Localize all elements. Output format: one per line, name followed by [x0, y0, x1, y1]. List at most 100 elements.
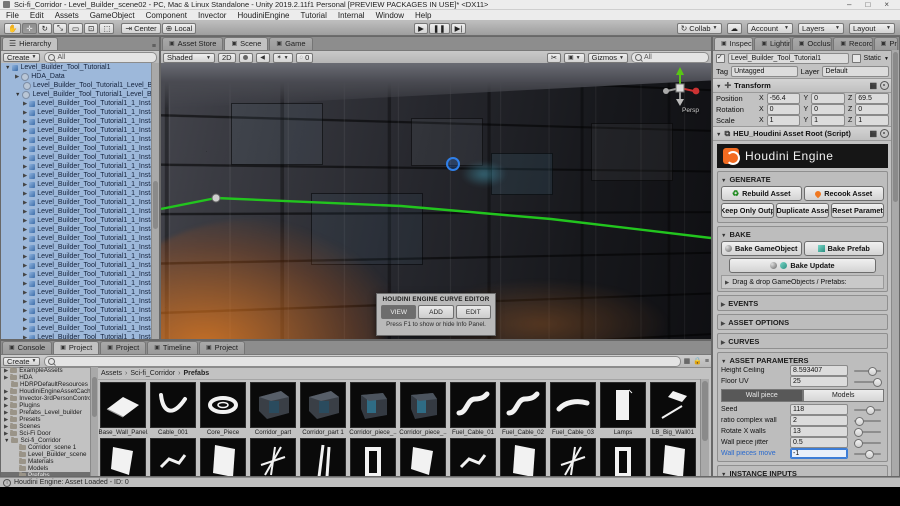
menu-gameobject[interactable]: GameObject [90, 11, 135, 20]
transform-scale-y[interactable]: 1 [811, 115, 845, 126]
events-foldout[interactable]: EVENTS [721, 298, 884, 308]
rect-tool[interactable]: ▭ [67, 22, 84, 34]
hierarchy-item[interactable]: Level_Builder_Tool_Tutorial1_Level_Build… [1, 81, 152, 90]
hierarchy-item[interactable]: Level_Builder_Tool_Tutorial1_1_Instance [1, 234, 152, 243]
crumb-sci-fi_corridor[interactable]: Sci-fi_Corridor [130, 370, 175, 377]
asset-item[interactable]: Cable_001 [148, 382, 198, 436]
asset-item[interactable] [198, 438, 248, 476]
expand-arrow[interactable] [5, 64, 10, 71]
layer-dropdown[interactable]: Default [822, 66, 890, 77]
menu-component[interactable]: Component [146, 11, 187, 20]
folder-invector-3rdpersoncontrol[interactable]: Invector-3rdPersonControl [1, 395, 90, 402]
folder-materials[interactable]: Materials [1, 458, 90, 465]
book-icon[interactable]: ▦ [869, 81, 877, 90]
hierarchy-item[interactable]: Level_Builder_Tool_Tutorial1_1_Instance [1, 243, 152, 252]
expand-arrow[interactable] [23, 100, 27, 107]
slider-knob[interactable] [865, 405, 875, 415]
menu-invector[interactable]: Invector [198, 11, 226, 20]
transform-scale-z[interactable]: 1 [855, 115, 890, 126]
tab-console[interactable]: ▣ Console [2, 341, 53, 354]
expand-arrow[interactable] [23, 118, 27, 125]
param-value-field[interactable]: 13 [790, 426, 848, 437]
hierarchy-scrollbar[interactable] [151, 63, 159, 339]
gameobject-name-field[interactable]: Level_Builder_Tool_Tutorial1 [728, 53, 849, 64]
folder-prefabs_level_builder[interactable]: Prefabs_Level_builder [1, 409, 90, 416]
slider-knob[interactable] [853, 438, 863, 448]
hierarchy-item[interactable]: Level_Builder_Tool_Tutorial1_Level_Build… [1, 90, 152, 99]
hierarchy-item[interactable]: Level_Builder_Tool_Tutorial1_1_Instance [1, 261, 152, 270]
expand-arrow[interactable] [4, 430, 8, 437]
slider-knob[interactable] [854, 427, 864, 437]
keep-only-outp-button[interactable]: Keep Only Outp [721, 203, 774, 218]
expand-arrow[interactable] [23, 109, 27, 116]
expand-arrow[interactable] [23, 244, 27, 251]
asset-item[interactable]: Fuel_Cable_01 [448, 382, 498, 436]
hierarchy-item[interactable]: Level_Builder_Tool_Tutorial1_1_Instance [1, 333, 152, 339]
hierarchy-item[interactable]: Level_Builder_Tool_Tutorial1_1_Instance [1, 207, 152, 216]
expand-arrow[interactable] [23, 325, 27, 332]
move-tool[interactable]: ✛ [22, 22, 37, 34]
expand-arrow[interactable] [4, 374, 8, 381]
book-icon[interactable]: ▦ [869, 129, 877, 138]
transform-header[interactable]: ✛ Transform ▦ [713, 78, 892, 93]
expand-arrow[interactable] [4, 423, 8, 430]
hierarchy-item[interactable]: Level_Builder_Tool_Tutorial1_1_Instance [1, 198, 152, 207]
expand-arrow[interactable] [23, 190, 27, 197]
hierarchy-item[interactable]: Level_Builder_Tool_Tutorial1_1_Instance [1, 225, 152, 234]
expand-arrow[interactable] [23, 235, 27, 242]
bake-gameobject-button[interactable]: Bake GameObject [721, 241, 802, 256]
param-slider[interactable] [854, 449, 881, 459]
audio-toggle[interactable]: ◀ [255, 52, 270, 63]
project-search-input[interactable] [44, 355, 681, 367]
asset-item[interactable] [398, 438, 448, 476]
houdini-script-header[interactable]: ⧉ HEU_Houdini Asset Root (Script) ▦ [713, 126, 892, 141]
param-slider[interactable] [854, 366, 881, 376]
menu-help[interactable]: Help [415, 11, 431, 20]
tab-project[interactable]: ▣ Project [53, 341, 100, 354]
menu-edit[interactable]: Edit [30, 11, 44, 20]
tab-recorder[interactable]: ▣Recorder [833, 37, 873, 50]
hierarchy-item[interactable]: Level_Builder_Tool_Tutorial1_1_Instance [1, 288, 152, 297]
expand-arrow[interactable] [4, 402, 8, 409]
transform-rotation-x[interactable]: 0 [766, 104, 801, 115]
dragdrop-foldout[interactable]: Drag & drop GameObjects / Prefabs: [721, 275, 884, 289]
asset-item[interactable]: Core_Piece [198, 382, 248, 436]
layout-dropdown[interactable]: Layout ▼ [849, 22, 895, 34]
reset-paramet-button[interactable]: Reset Paramet [831, 203, 884, 218]
hierarchy-item[interactable]: Level_Builder_Tool_Tutorial1_1_Instance [1, 297, 152, 306]
hierarchy-item[interactable]: Level_Builder_Tool_Tutorial1_1_Instance [1, 306, 152, 315]
panel-menu-icon[interactable]: ≡ [152, 43, 156, 50]
asset-item[interactable] [348, 438, 398, 476]
asset-item[interactable] [648, 438, 698, 476]
curve-editor-edit-button[interactable]: EDIT [455, 305, 491, 319]
slider-knob[interactable] [864, 449, 874, 459]
pause-button[interactable]: ❚❚ [429, 23, 450, 34]
asset-item[interactable] [498, 438, 548, 476]
expand-arrow[interactable] [23, 316, 27, 323]
custom-tool[interactable]: ⬚ [99, 22, 115, 34]
asset-item[interactable]: Base_Wall_Panel.. [98, 382, 148, 436]
tab-game[interactable]: ▣ Game [269, 37, 313, 50]
asset-item[interactable]: Lamps [598, 382, 648, 436]
tab-asset-store[interactable]: ▣ Asset Store [162, 37, 224, 50]
hierarchy-item[interactable]: Level_Builder_Tool_Tutorial1_1_Instance [1, 126, 152, 135]
expand-arrow[interactable] [23, 172, 27, 179]
expand-arrow[interactable] [4, 437, 9, 444]
static-checkbox[interactable] [851, 54, 861, 63]
inspector-scrollbar[interactable] [891, 50, 899, 476]
expand-arrow[interactable] [4, 388, 8, 395]
expand-arrow[interactable] [23, 208, 27, 215]
param-slider[interactable] [854, 427, 881, 437]
menu-file[interactable]: File [6, 11, 19, 20]
tab-project[interactable]: ▣ Project [100, 341, 147, 354]
expand-arrow[interactable] [23, 226, 27, 233]
expand-arrow[interactable] [23, 217, 27, 224]
folder-sci-fi_corridor[interactable]: Sci-fi_Corridor [1, 437, 90, 444]
play-button[interactable]: ▶ [414, 23, 428, 34]
active-checkbox[interactable] [716, 53, 725, 63]
param-slider[interactable] [853, 438, 881, 448]
tab-pr[interactable]: ▣ Pr [873, 37, 898, 50]
menu-assets[interactable]: Assets [55, 11, 79, 20]
grid-size-icon[interactable]: ▦ [684, 357, 691, 365]
hierarchy-item[interactable]: Level_Builder_Tool_Tutorial1_1_Instance [1, 216, 152, 225]
